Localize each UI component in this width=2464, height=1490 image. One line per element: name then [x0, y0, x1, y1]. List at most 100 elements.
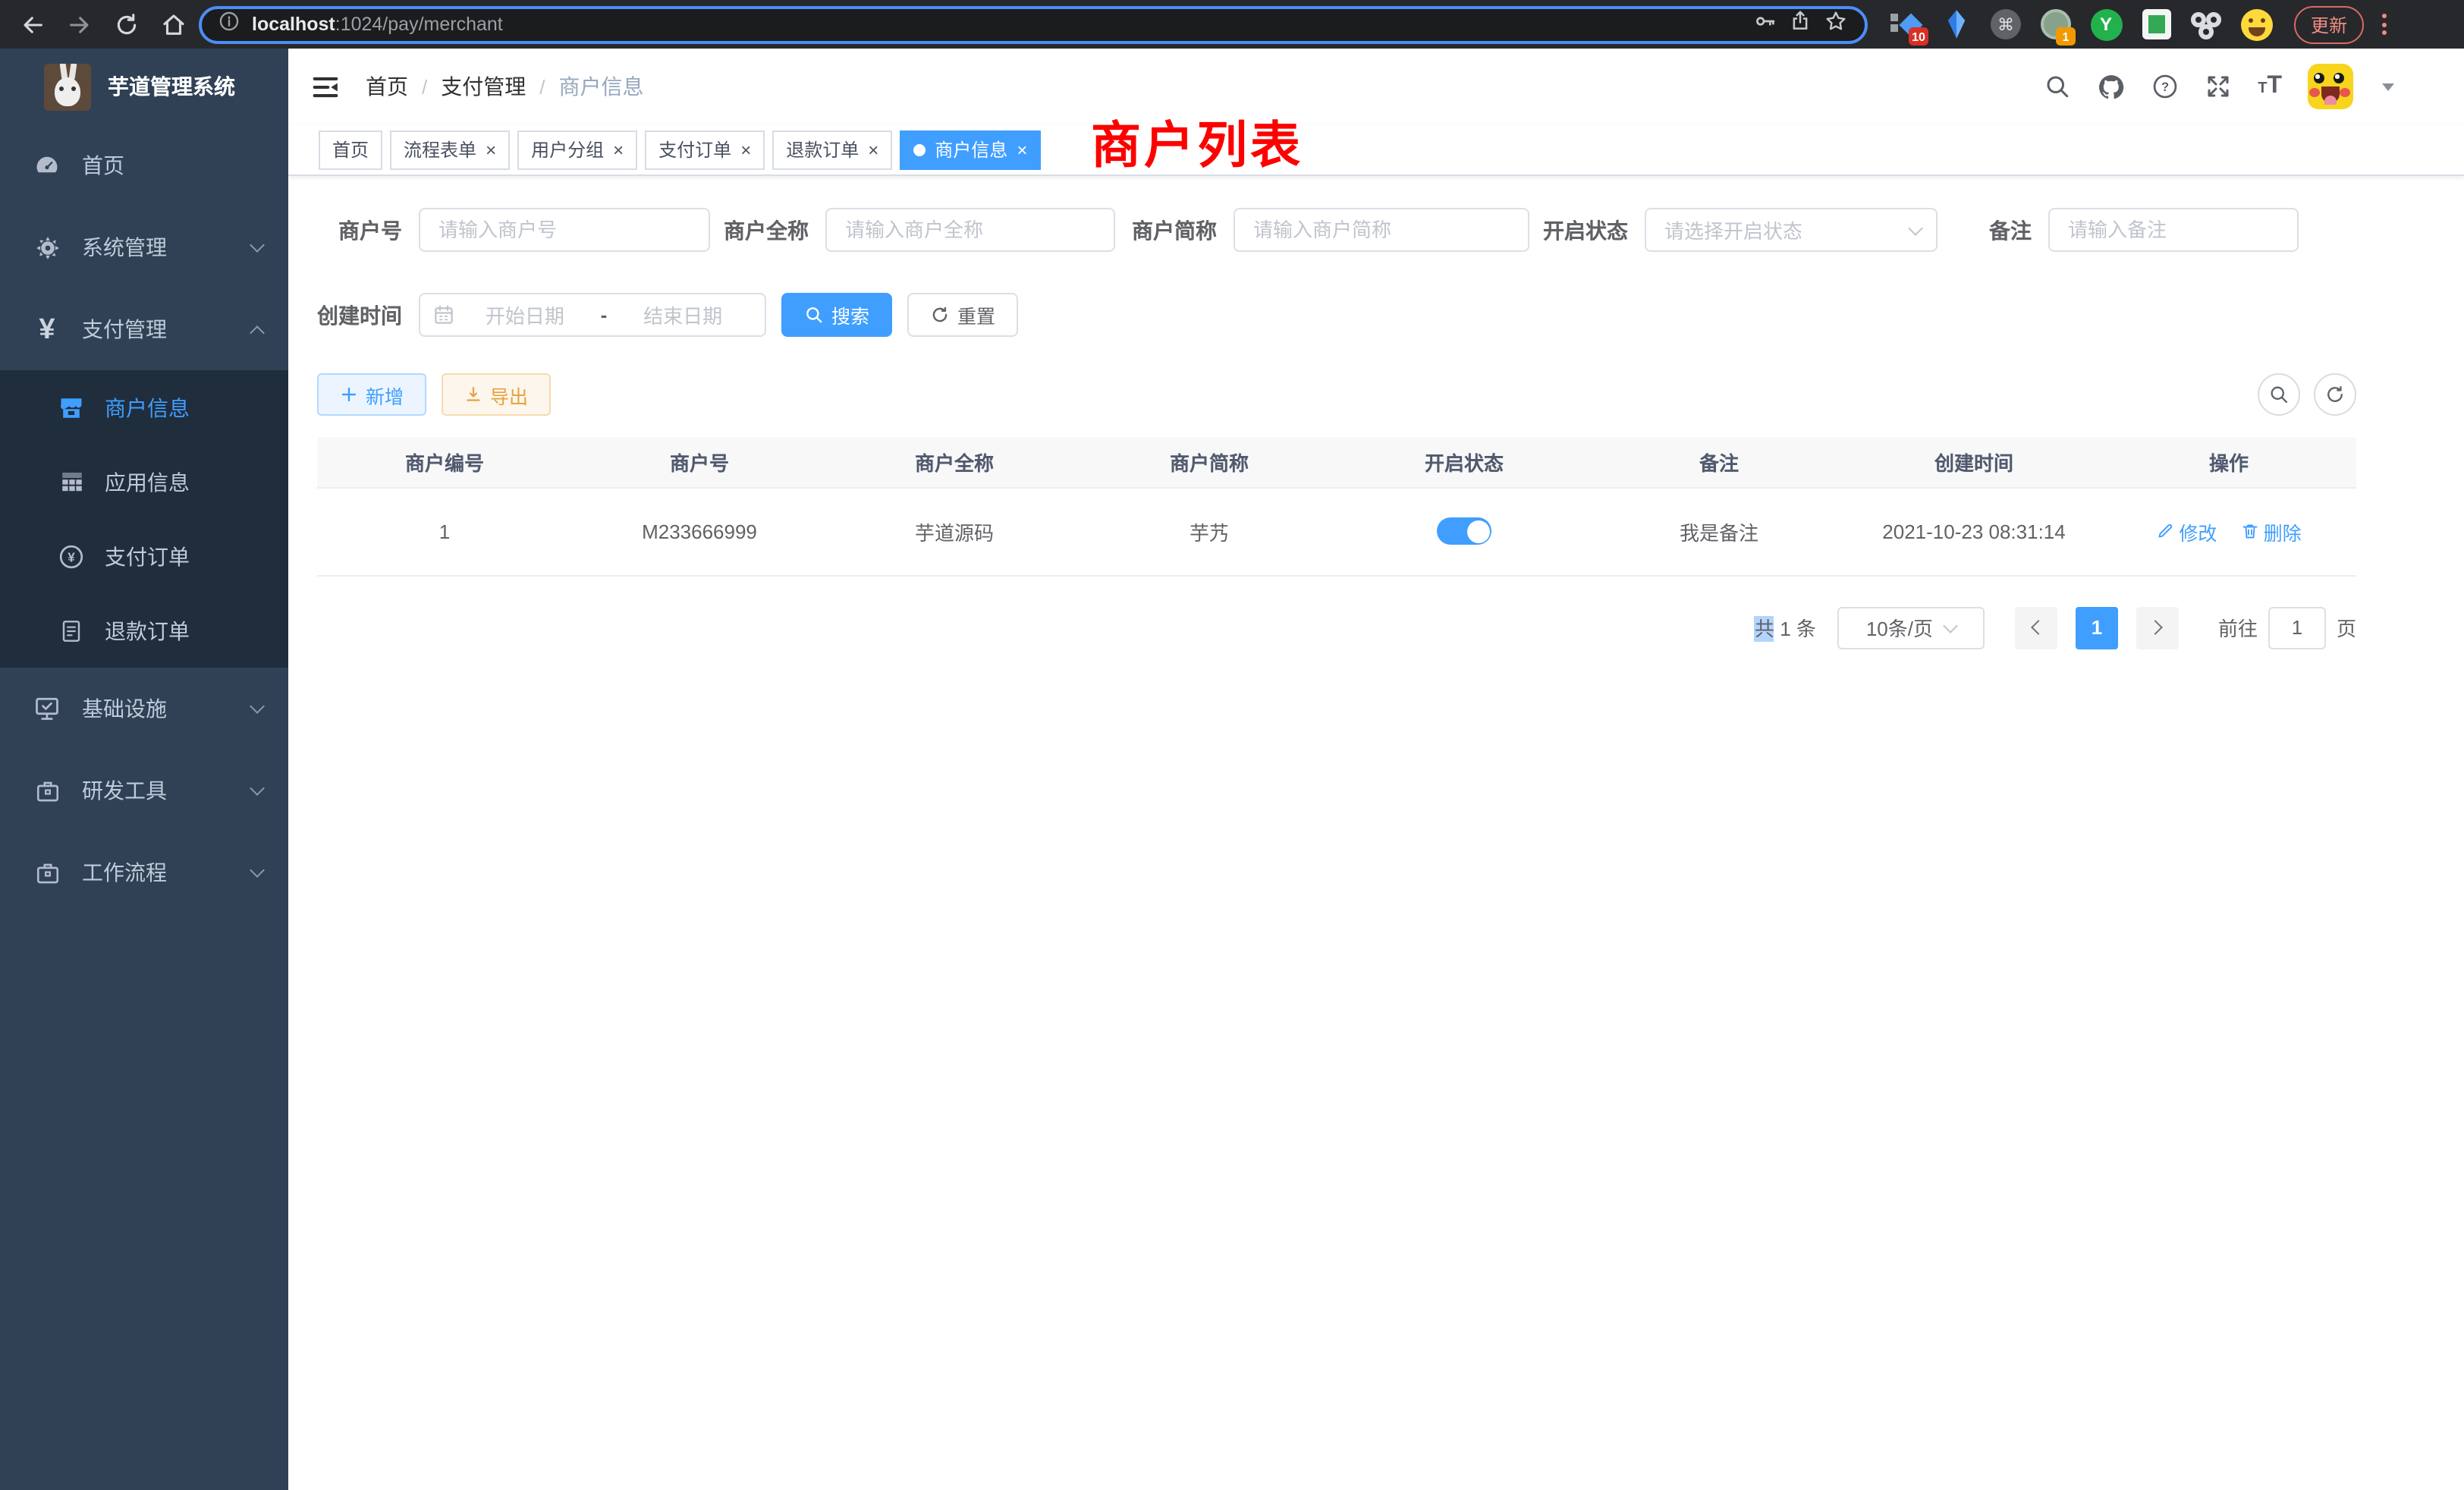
- extension-badge: 10: [1909, 27, 1928, 46]
- browser-reload-button[interactable]: [109, 8, 143, 41]
- col-actions: 操作: [2101, 437, 2356, 487]
- cell-merchant-no: M233666999: [572, 487, 827, 575]
- sidebar-collapse-icon[interactable]: [311, 72, 340, 101]
- export-button[interactable]: 导出: [442, 373, 551, 416]
- chevron-down-icon: [1943, 618, 1958, 633]
- edit-link[interactable]: 修改: [2156, 517, 2217, 545]
- help-icon[interactable]: ?: [2151, 73, 2179, 100]
- browser-home-button[interactable]: [156, 8, 190, 41]
- merchant-no-label: 商户号: [338, 215, 402, 245]
- tab-merchant-info[interactable]: 商户信息 ×: [900, 130, 1041, 169]
- sidebar-item-workflow[interactable]: 工作流程: [0, 831, 288, 913]
- table-header-row: 商户编号 商户号 商户全称 商户简称 开启状态 备注 创建时间 操作: [317, 437, 2356, 487]
- remark-input[interactable]: [2048, 208, 2299, 252]
- search-button[interactable]: 搜索: [781, 293, 892, 337]
- svg-text:?: ?: [2161, 80, 2169, 94]
- close-icon[interactable]: ×: [1017, 140, 1027, 159]
- show-search-button[interactable]: [2258, 373, 2300, 416]
- extension-sheet-icon[interactable]: [2139, 8, 2173, 41]
- chevron-down-icon: [250, 699, 265, 714]
- cell-create-time: 2021-10-23 08:31:14: [1846, 487, 2101, 575]
- tab-user-group[interactable]: 用户分组 ×: [517, 130, 637, 169]
- date-range-picker[interactable]: 开始日期 - 结束日期: [419, 293, 766, 337]
- extension-y-icon[interactable]: Y: [2089, 8, 2123, 41]
- header-search-icon[interactable]: [2044, 73, 2071, 100]
- sidebar-item-pay-order[interactable]: ¥ 支付订单: [0, 519, 288, 593]
- app-logo[interactable]: 芋道管理系统: [0, 49, 288, 124]
- browser-toolbar: localhost:1024/pay/merchant 10 ⌘: [0, 0, 2464, 49]
- tab-process-form[interactable]: 流程表单 ×: [390, 130, 510, 169]
- active-tab-dot: [913, 143, 926, 156]
- close-icon[interactable]: ×: [486, 140, 496, 159]
- cell-remark: 我是备注: [1592, 487, 1846, 575]
- add-button[interactable]: 新增: [317, 373, 426, 416]
- goto-suffix: 页: [2337, 613, 2356, 642]
- extension-avatar-icon[interactable]: 1: [2039, 8, 2073, 41]
- full-name-label: 商户全称: [724, 215, 809, 245]
- sidebar-item-dev-tools[interactable]: 研发工具: [0, 750, 288, 831]
- merchant-table: 商户编号 商户号 商户全称 商户简称 开启状态 备注 创建时间 操作 1: [317, 437, 2356, 576]
- refresh-button[interactable]: [2314, 373, 2356, 416]
- cell-status: [1337, 487, 1592, 575]
- user-avatar[interactable]: [2308, 64, 2353, 109]
- bookmark-star-icon[interactable]: [1824, 8, 1848, 40]
- full-name-input[interactable]: [825, 208, 1115, 252]
- app-title: 芋道管理系统: [108, 71, 235, 102]
- sidebar-item-app-info[interactable]: 应用信息: [0, 445, 288, 519]
- extension-kite-icon[interactable]: [1939, 8, 1972, 41]
- delete-link[interactable]: 删除: [2241, 517, 2302, 545]
- extension-split-icon[interactable]: 10: [1889, 8, 1922, 41]
- status-toggle[interactable]: [1437, 517, 1491, 545]
- sidebar-item-refund-order[interactable]: 退款订单: [0, 593, 288, 668]
- breadcrumb-home[interactable]: 首页: [366, 71, 408, 102]
- tab-pay-order[interactable]: 支付订单 ×: [645, 130, 765, 169]
- status-select[interactable]: 请选择开启状态: [1645, 208, 1938, 252]
- page-size-select[interactable]: 10条/页: [1837, 606, 1985, 649]
- sidebar-item-home[interactable]: 首页: [0, 124, 288, 206]
- toolbox-icon: [32, 778, 62, 803]
- page-number-1[interactable]: 1: [2076, 606, 2118, 649]
- goto-page-input[interactable]: [2268, 606, 2326, 649]
- chevron-down-icon: [250, 237, 265, 253]
- close-icon[interactable]: ×: [613, 140, 624, 159]
- extension-emoji-icon[interactable]: [2239, 8, 2273, 41]
- sidebar-item-system[interactable]: 系统管理: [0, 206, 288, 288]
- col-create-time: 创建时间: [1846, 437, 2101, 487]
- browser-menu-icon[interactable]: [2376, 8, 2393, 41]
- reset-button[interactable]: 重置: [907, 293, 1018, 337]
- tab-refund-order[interactable]: 退款订单 ×: [772, 130, 892, 169]
- browser-forward-button[interactable]: [62, 8, 96, 41]
- avatar-caret-icon[interactable]: [2382, 83, 2394, 90]
- share-icon[interactable]: [1789, 9, 1812, 39]
- extension-pretzel-icon[interactable]: [2189, 8, 2223, 41]
- status-label: 开启状态: [1543, 215, 1628, 245]
- document-icon: [56, 618, 86, 643]
- page-content: 商户号 商户全称 商户简称 开启状态 请选择开启状态 备注 创: [288, 176, 2464, 649]
- table-row: 1 M233666999 芋道源码 芋艿 我是备注 2021-10-23 08:…: [317, 487, 2356, 575]
- sidebar-item-infrastructure[interactable]: 基础设施: [0, 668, 288, 750]
- browser-back-button[interactable]: [15, 8, 49, 41]
- date-end-placeholder: 结束日期: [613, 300, 753, 329]
- fullscreen-icon[interactable]: [2205, 73, 2232, 100]
- prev-page-button[interactable]: [2015, 606, 2057, 649]
- date-start-placeholder: 开始日期: [455, 300, 595, 329]
- site-info-icon[interactable]: [218, 10, 240, 39]
- sidebar-item-merchant-info[interactable]: 商户信息: [0, 370, 288, 445]
- short-name-input[interactable]: [1234, 208, 1529, 252]
- browser-update-button[interactable]: 更新: [2294, 5, 2364, 43]
- svg-text:¥: ¥: [68, 549, 75, 564]
- sidebar-item-payment[interactable]: ¥ 支付管理: [0, 288, 288, 370]
- github-icon[interactable]: [2097, 72, 2126, 101]
- address-bar[interactable]: localhost:1024/pay/merchant: [199, 5, 1868, 43]
- extension-command-icon[interactable]: ⌘: [1989, 8, 2022, 41]
- password-key-icon[interactable]: [1752, 8, 1777, 40]
- breadcrumb-payment[interactable]: 支付管理: [441, 71, 526, 102]
- tab-home[interactable]: 首页: [319, 130, 382, 169]
- font-size-icon[interactable]: TT: [2258, 74, 2282, 99]
- sidebar: 芋道管理系统 首页 系统管理 ¥ 支付管理: [0, 49, 288, 1490]
- next-page-button[interactable]: [2136, 606, 2179, 649]
- merchant-no-input[interactable]: [419, 208, 710, 252]
- close-icon[interactable]: ×: [868, 140, 878, 159]
- goto-label: 前往: [2218, 613, 2258, 642]
- close-icon[interactable]: ×: [740, 140, 751, 159]
